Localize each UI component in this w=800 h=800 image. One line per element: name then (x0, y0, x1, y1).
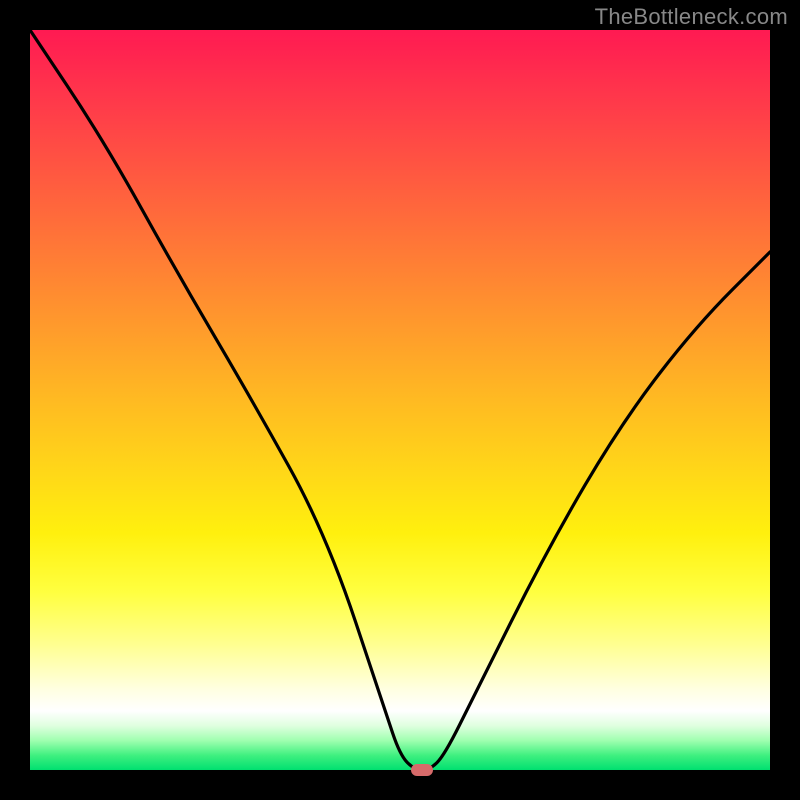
optimal-point-marker (411, 764, 433, 776)
watermark-text: TheBottleneck.com (595, 4, 788, 30)
bottleneck-curve (30, 30, 770, 770)
chart-frame: TheBottleneck.com (0, 0, 800, 800)
plot-area (30, 30, 770, 770)
